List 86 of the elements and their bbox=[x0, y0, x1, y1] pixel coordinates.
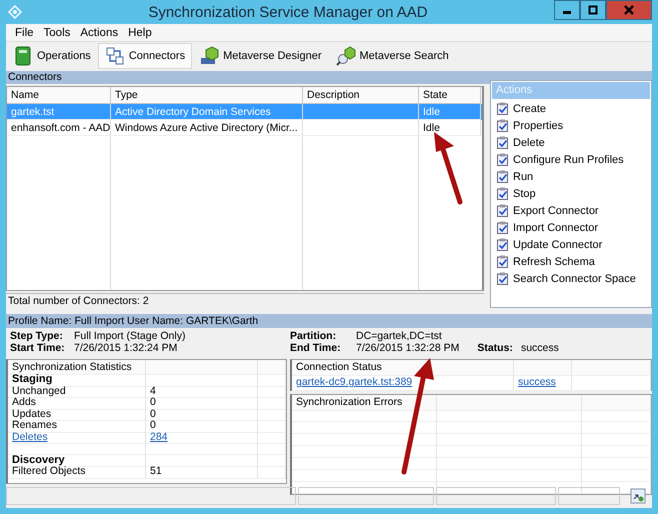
toolbar-button[interactable]: Metaverse Designer bbox=[192, 43, 329, 69]
table-cell: enhansoft.com - AAD bbox=[7, 120, 111, 136]
clipboard-check-icon bbox=[496, 238, 509, 251]
table-cell: gartek.tst bbox=[7, 104, 111, 120]
app-icon bbox=[8, 5, 22, 19]
clipboard-check-icon bbox=[496, 136, 509, 149]
field-value: DC=gartek,DC=tst bbox=[356, 330, 442, 342]
close-button[interactable] bbox=[606, 0, 652, 20]
link[interactable]: 284 bbox=[150, 430, 168, 442]
table-cell: Windows Azure Active Directory (Micr... bbox=[111, 120, 303, 136]
field-label: Status: bbox=[477, 342, 513, 354]
connector-icon bbox=[104, 46, 125, 66]
table-cell: Adds bbox=[8, 397, 146, 410]
magnifier-cube-icon bbox=[336, 46, 356, 66]
link[interactable]: gartek-dc9.gartek.tst:389 bbox=[296, 376, 412, 388]
table-cell: 0 bbox=[146, 420, 258, 432]
window-title: Synchronization Service Manager on AAD bbox=[147, 4, 429, 20]
action-link[interactable]: Update Connector bbox=[513, 238, 602, 250]
table-cell: Filtered Objects bbox=[8, 466, 146, 478]
action-link[interactable]: Stop bbox=[513, 188, 536, 200]
column-header[interactable]: Synchronization Statistics bbox=[8, 360, 146, 375]
table-cell: 51 bbox=[146, 466, 258, 478]
table-cell: Unchanged bbox=[8, 386, 146, 398]
group-heading: Discovery bbox=[8, 454, 146, 467]
link[interactable]: Deletes bbox=[12, 430, 48, 442]
field-value: 7/26/2015 1:32:28 PM bbox=[356, 342, 460, 354]
maximize-button[interactable] bbox=[580, 0, 606, 20]
table-cell: 0 bbox=[146, 408, 258, 421]
clipboard-check-icon bbox=[496, 272, 509, 285]
clipboard-check-icon bbox=[496, 153, 509, 166]
group-heading: Staging bbox=[8, 374, 146, 386]
table-cell: Idle bbox=[419, 104, 481, 120]
connector-count: Total number of Connectors: 2 bbox=[6, 293, 484, 308]
table-cell: Active Directory Domain Services bbox=[111, 104, 303, 120]
action-link[interactable]: Search Connector Space bbox=[513, 272, 636, 284]
action-link[interactable]: Create bbox=[513, 102, 546, 114]
action-link[interactable]: Run bbox=[513, 170, 534, 182]
clipboard-check-icon bbox=[496, 187, 509, 200]
action-link[interactable]: Refresh Schema bbox=[513, 256, 595, 268]
field-value: success bbox=[520, 342, 559, 354]
toolbar-button[interactable]: Operations bbox=[6, 43, 98, 69]
close-icon bbox=[624, 5, 634, 15]
panel-header: Actions bbox=[492, 82, 650, 99]
clipboard-check-icon bbox=[496, 221, 509, 234]
action-link[interactable]: Import Connector bbox=[513, 222, 598, 234]
field-label: Start Time: bbox=[10, 342, 66, 354]
status-segment bbox=[558, 487, 620, 505]
resize-grip-icon bbox=[630, 488, 646, 504]
action-link[interactable]: Properties bbox=[513, 120, 564, 132]
column-header[interactable]: Synchronization Errors bbox=[292, 395, 437, 411]
toolbar-button[interactable]: Metaverse Search bbox=[328, 43, 456, 69]
menu-item[interactable]: File bbox=[10, 26, 39, 38]
field-value: 7/26/2015 1:32:24 PM bbox=[74, 342, 178, 354]
menu-item[interactable]: Help bbox=[123, 26, 157, 38]
clipboard-check-icon bbox=[496, 255, 509, 268]
column-header[interactable]: Description bbox=[303, 87, 419, 104]
column-header[interactable]: Type bbox=[111, 87, 303, 104]
menu-item[interactable]: Actions bbox=[75, 26, 124, 38]
table-cell: Renames bbox=[8, 420, 146, 432]
field-value: Full Import (Stage Only) bbox=[74, 330, 186, 342]
link[interactable]: success bbox=[518, 376, 556, 388]
column-header[interactable]: State bbox=[419, 87, 481, 104]
clipboard-check-icon bbox=[496, 204, 509, 217]
clipboard-check-icon bbox=[496, 119, 509, 132]
toolbar-button[interactable]: Connectors bbox=[98, 43, 192, 69]
table-row[interactable]: enhansoft.com - AAD Windows Azure Active Directory (Micr... Idle bbox=[7, 120, 482, 136]
minimize-button[interactable] bbox=[554, 0, 580, 20]
column-header[interactable]: Name bbox=[7, 87, 111, 104]
section-header: Connectors bbox=[6, 71, 652, 84]
column-header[interactable]: Connection Status bbox=[292, 360, 514, 376]
cube-icon bbox=[199, 46, 220, 66]
field-label: End Time: bbox=[290, 342, 342, 354]
field-label: Step Type: bbox=[10, 330, 64, 342]
field-label: Partition: bbox=[290, 330, 338, 342]
book-icon bbox=[13, 46, 33, 66]
table-cell: 0 bbox=[146, 397, 258, 410]
clipboard-check-icon bbox=[496, 102, 509, 115]
table-cell: 4 bbox=[146, 386, 258, 398]
maximize-icon bbox=[588, 5, 598, 15]
action-link[interactable]: Configure Run Profiles bbox=[513, 154, 624, 166]
action-link[interactable]: Export Connector bbox=[513, 204, 599, 216]
section-header: Profile Name: Full Import User Name: GARTEK\Garth bbox=[6, 314, 652, 328]
table-cell: Updates bbox=[8, 408, 146, 421]
action-link[interactable]: Delete bbox=[513, 136, 545, 148]
clipboard-check-icon bbox=[496, 170, 509, 183]
menu-item[interactable]: Tools bbox=[38, 26, 76, 38]
